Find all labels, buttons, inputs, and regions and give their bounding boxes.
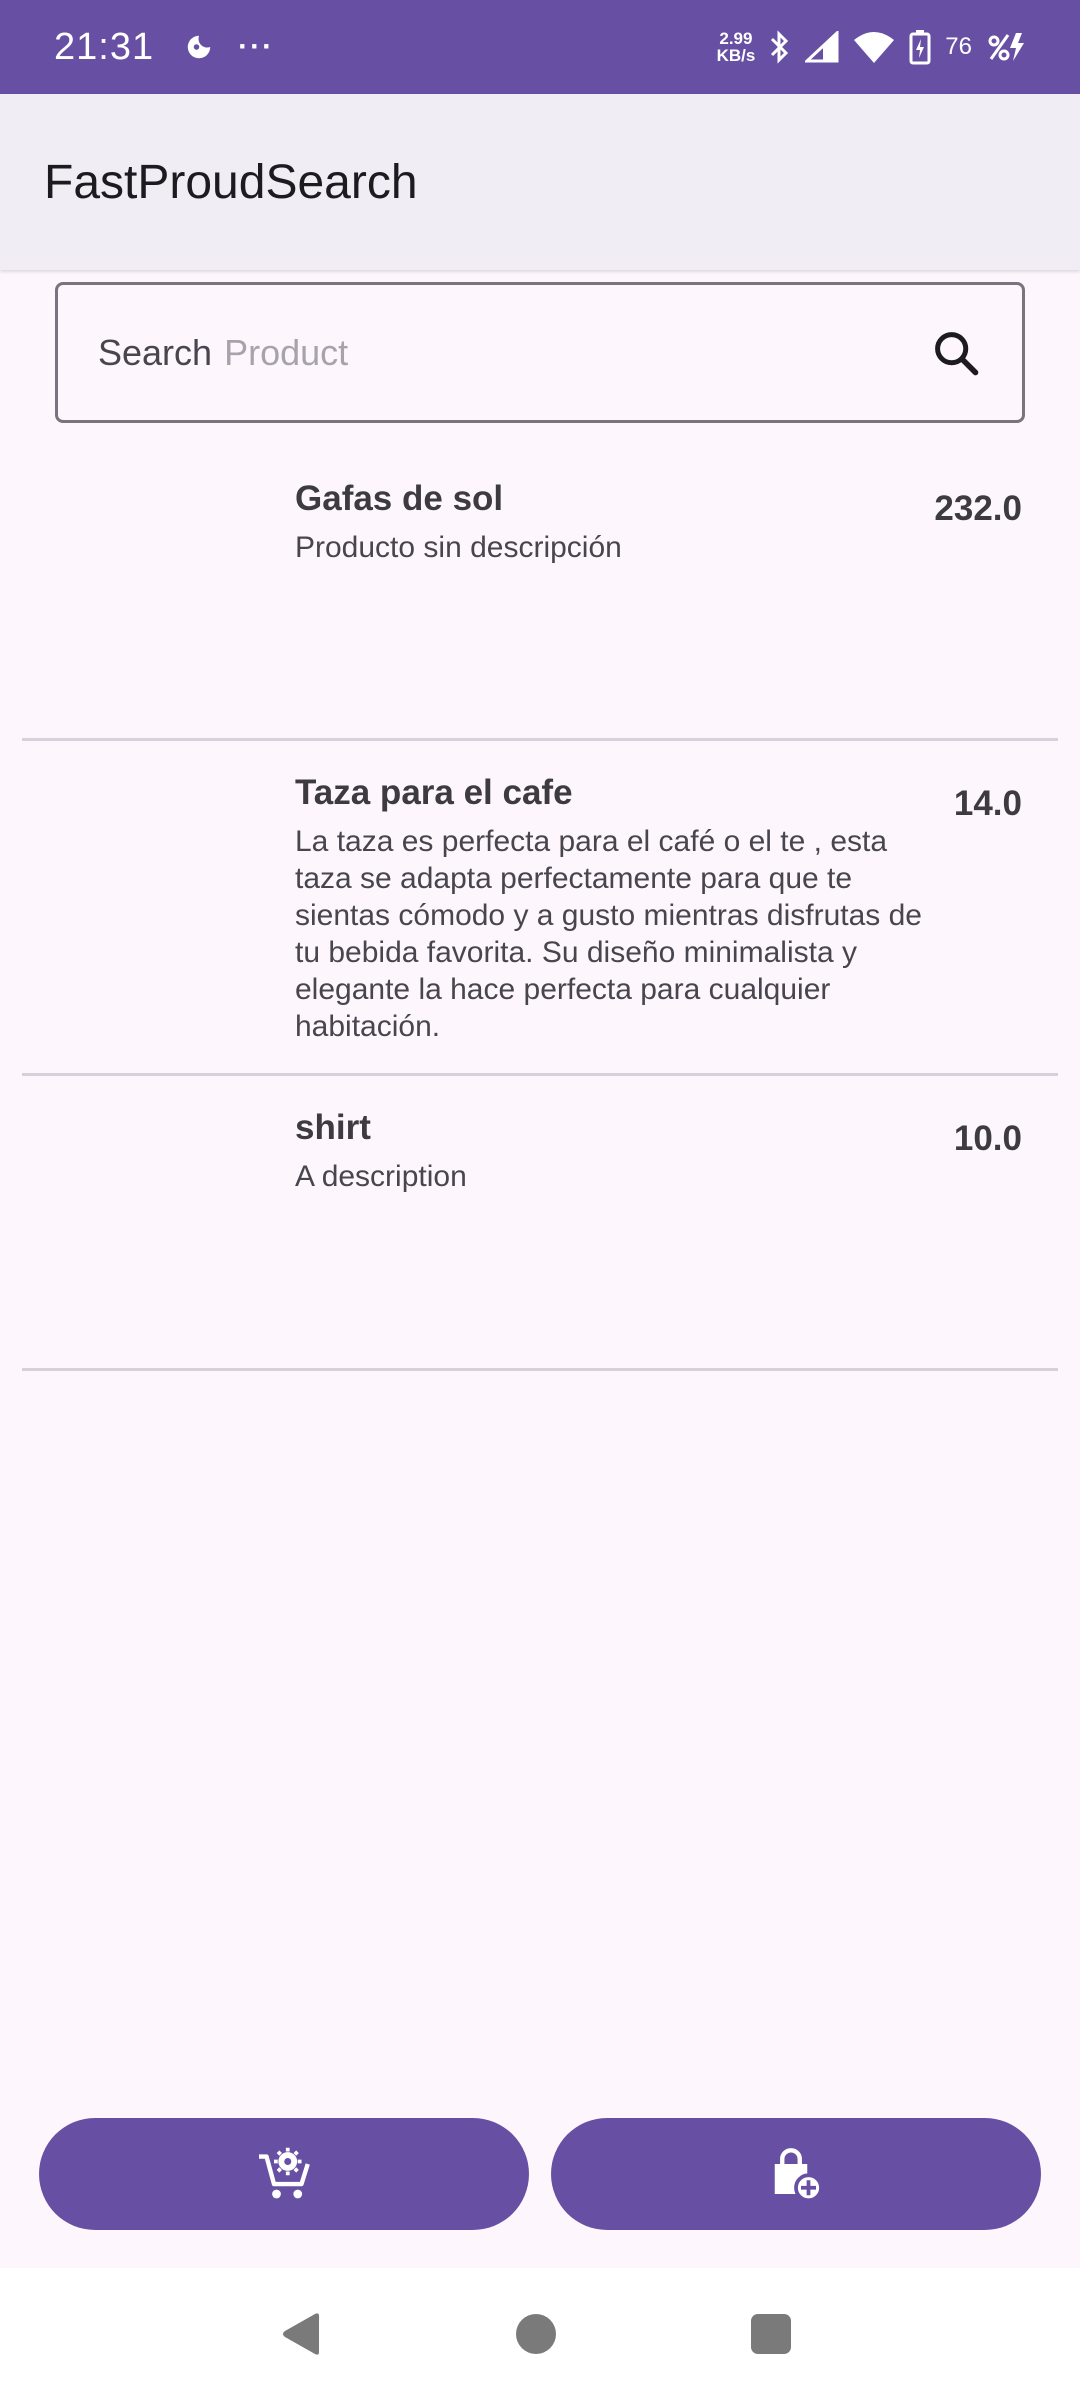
moon-icon: [187, 35, 211, 59]
wifi-icon: [854, 32, 895, 63]
signal-icon: [805, 31, 839, 63]
recents-icon[interactable]: [751, 2314, 791, 2354]
more-notifications-icon: ···: [238, 30, 275, 63]
product-item[interactable]: Gafas de sol Producto sin descripción 23…: [22, 448, 1058, 741]
battery-icon: [909, 30, 931, 65]
cart-settings-icon: [259, 2147, 310, 2199]
product-name: shirt: [295, 1108, 371, 1147]
status-bar: 21:31 ··· 2.99 KB/s 76: [0, 0, 1080, 94]
charging-icon: [988, 33, 1024, 61]
product-description: La taza es perfecta para el café o el te…: [295, 825, 922, 1043]
product-description: Producto sin descripción: [295, 531, 622, 564]
product-item[interactable]: shirt A description 10.0: [22, 1076, 1058, 1371]
product-price: 14.0: [953, 784, 1022, 823]
status-time: 21:31: [54, 25, 155, 68]
app-title: FastProudSearch: [44, 155, 418, 209]
product-price: 232.0: [934, 489, 1022, 528]
search-field[interactable]: Search: [55, 282, 1025, 423]
app-bar: FastProudSearch: [0, 94, 1080, 270]
search-label: Search: [98, 331, 213, 373]
search-input[interactable]: [224, 331, 920, 374]
back-icon[interactable]: [280, 2312, 322, 2356]
battery-level: 76: [945, 33, 972, 60]
product-description: A description: [295, 1160, 467, 1193]
add-product-button[interactable]: [551, 2118, 1041, 2230]
network-speed-unit: KB/s: [716, 46, 756, 65]
search-icon[interactable]: [930, 327, 982, 379]
product-name: Taza para el cafe: [295, 773, 573, 812]
home-icon[interactable]: [516, 2314, 556, 2354]
bluetooth-icon: [771, 30, 789, 64]
network-speed-value: 2.99: [719, 29, 753, 48]
add-shopping-bag-icon: [774, 2148, 823, 2203]
network-speed: 2.99 KB/s: [717, 30, 756, 64]
product-name: Gafas de sol: [295, 479, 504, 518]
status-icons: 2.99 KB/s 76: [717, 29, 1026, 65]
navigation-bar: [0, 2268, 1080, 2400]
product-price: 10.0: [953, 1119, 1022, 1158]
cart-settings-button[interactable]: [39, 2118, 529, 2230]
product-item[interactable]: Taza para el cafe La taza es perfecta pa…: [22, 741, 1058, 1076]
